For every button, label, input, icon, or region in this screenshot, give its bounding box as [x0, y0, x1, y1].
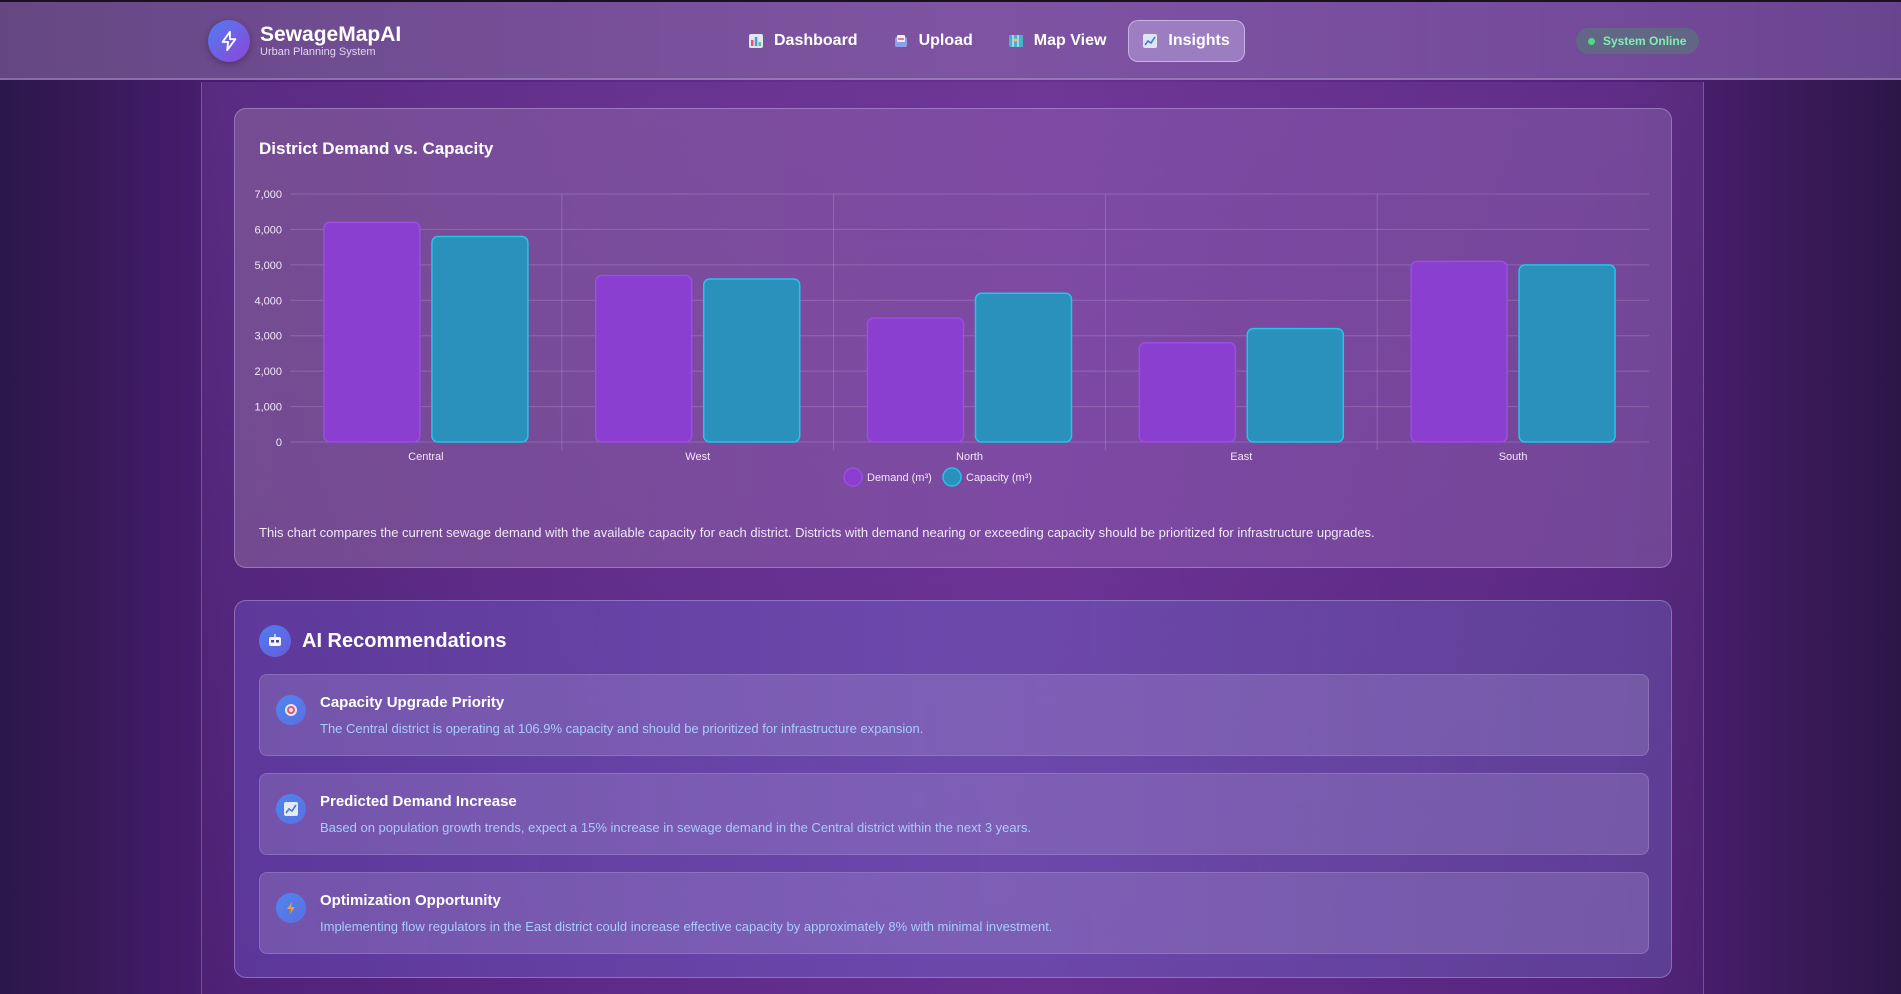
legend-swatch [843, 467, 863, 487]
bar-north-demand [866, 317, 965, 443]
x-tick-label: South [1499, 451, 1528, 463]
top-navbar: SewageMapAI Urban Planning System Dashbo… [0, 0, 1901, 80]
recommendations-title: AI Recommendations [302, 629, 507, 652]
system-status-text: System Online [1603, 34, 1687, 48]
trend-icon [276, 794, 306, 824]
recommendation-item[interactable]: Optimization Opportunity Implementing fl… [259, 872, 1649, 954]
x-tick-label: East [1230, 451, 1252, 463]
system-status-badge: System Online [1576, 28, 1700, 54]
recommendation-text: Based on population growth trends, expec… [320, 820, 1032, 835]
nav-dashboard-label: Dashboard [774, 32, 858, 49]
y-tick-label: 3,000 [254, 331, 282, 343]
x-tick-label: North [956, 451, 983, 463]
nav-upload-label: Upload [918, 32, 973, 49]
x-tick-label: West [685, 451, 710, 463]
demand-capacity-card: District Demand vs. Capacity 0 1,000 2,000… [234, 108, 1672, 568]
map-icon [1008, 34, 1023, 48]
recommendation-item[interactable]: Capacity Upgrade Priority The Central di… [259, 674, 1649, 756]
y-tick-label: 1,000 [254, 402, 282, 414]
bar-north-capacity [974, 292, 1073, 443]
recommendation-item[interactable]: Predicted Demand Increase Based on popul… [259, 773, 1649, 855]
y-tick-label: 7,000 [254, 189, 282, 201]
demand-capacity-chart: 0 1,000 2,000 3,000 4,000 5,000 6,000 7,000 Cent… [254, 189, 1649, 487]
robot-icon [259, 625, 291, 657]
bar-south-capacity [1518, 264, 1616, 443]
nav-insights-label: Insights [1168, 32, 1230, 49]
nav-insights[interactable]: Insights [1128, 20, 1245, 62]
bar-east-capacity [1246, 327, 1345, 443]
bar-west-demand [594, 274, 693, 443]
bar-east-demand [1138, 342, 1237, 443]
chart-title: District Demand vs. Capacity [259, 139, 494, 158]
y-tick-label: 5,000 [254, 260, 282, 272]
bar-chart-icon [749, 34, 763, 48]
nav-dashboard[interactable]: Dashboard [735, 20, 872, 62]
recommendation-title: Capacity Upgrade Priority [320, 694, 505, 711]
nav-map-view[interactable]: Map View [995, 20, 1121, 62]
nav-map-view-label: Map View [1033, 32, 1107, 49]
recommendation-text: Implementing flow regulators in the East… [320, 919, 1053, 934]
legend-swatch [942, 467, 962, 487]
recommendation-title: Predicted Demand Increase [320, 793, 517, 810]
main-nav: Dashboard Upload Map View Insights [735, 20, 1253, 62]
target-icon [276, 695, 306, 725]
bar-west-capacity [702, 278, 801, 443]
y-tick-label: 4,000 [254, 295, 282, 307]
nav-upload[interactable]: Upload [880, 20, 987, 62]
recommendation-text: The Central district is operating at 106… [320, 721, 924, 736]
y-tick-label: 2,000 [254, 366, 282, 378]
bar-central-demand [323, 221, 421, 443]
ai-recommendations-card: AI Recommendations Capacity Upgrade Prio… [234, 600, 1672, 978]
brand-name: SewageMapAI [260, 22, 402, 46]
y-tick-label: 0 [276, 437, 282, 449]
bolt-icon [208, 20, 250, 62]
recommendation-title: Optimization Opportunity [320, 892, 501, 909]
upload-icon [894, 34, 908, 48]
chart-description: This chart compares the current sewage d… [259, 525, 1375, 540]
trend-icon [1143, 34, 1158, 48]
y-tick-label: 6,000 [254, 224, 282, 236]
bar-central-capacity [431, 235, 529, 443]
legend-label: Demand (m³) [867, 472, 932, 484]
brand-subtitle: Urban Planning System [260, 45, 376, 58]
bolt-icon [276, 893, 306, 923]
legend-label: Capacity (m³) [966, 472, 1032, 484]
status-dot-icon [1588, 37, 1595, 45]
brand[interactable]: SewageMapAI Urban Planning System [208, 20, 401, 62]
x-tick-label: Central [408, 451, 443, 463]
bar-south-demand [1410, 260, 1508, 443]
